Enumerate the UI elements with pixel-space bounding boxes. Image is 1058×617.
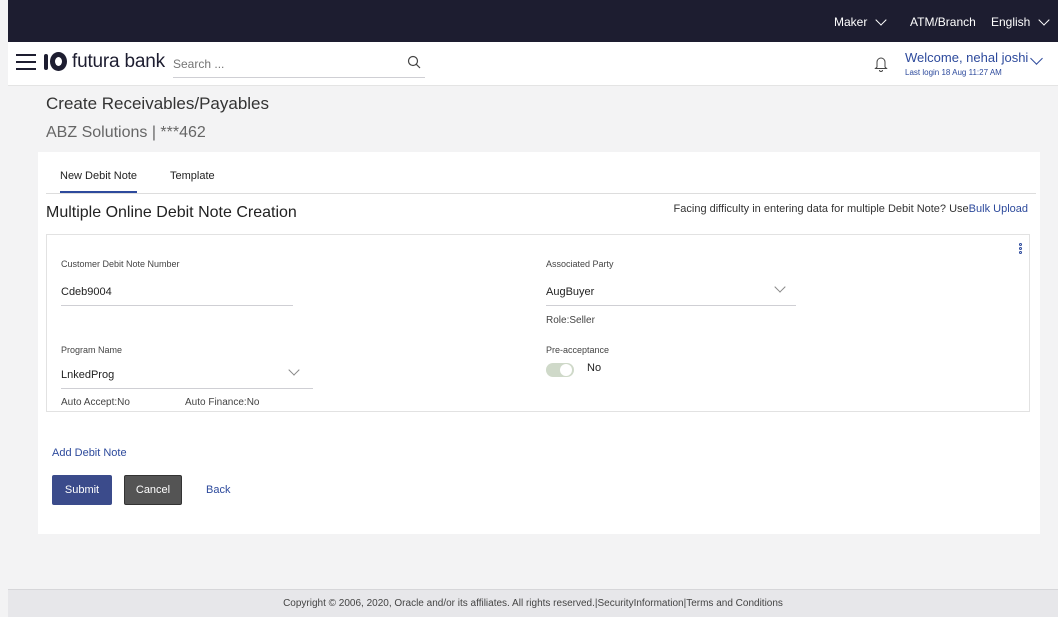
language-label: English bbox=[991, 15, 1031, 29]
company-account: ABZ Solutions | ***462 bbox=[46, 124, 206, 141]
page-title: Create Receivables/Payables bbox=[46, 94, 270, 113]
top-bar: Maker ATM/Branch English bbox=[8, 0, 1058, 42]
left-edge bbox=[0, 0, 8, 617]
input-underline bbox=[61, 305, 293, 306]
debit-note-form: Customer Debit Note Number Cdeb9004 Asso… bbox=[46, 234, 1030, 412]
section-title: Multiple Online Debit Note Creation bbox=[46, 204, 297, 221]
pre-acceptance-toggle[interactable] bbox=[546, 363, 574, 377]
last-login: Last login 18 Aug 11:27 AM bbox=[905, 68, 1002, 77]
welcome-user[interactable]: Welcome, nehal joshi bbox=[905, 50, 1028, 65]
chevron-down-icon bbox=[1038, 13, 1051, 26]
logo-icon bbox=[44, 51, 68, 73]
role-label: Maker bbox=[834, 15, 868, 29]
brand-name: futura bank bbox=[72, 51, 165, 72]
role-switcher[interactable]: Maker bbox=[834, 13, 888, 29]
select-underline bbox=[546, 305, 796, 306]
bell-icon[interactable] bbox=[874, 56, 888, 72]
chevron-down-icon bbox=[875, 13, 888, 26]
program-name-select[interactable]: LnkedProg bbox=[61, 369, 114, 381]
tab-bar: New Debit Note Template bbox=[46, 162, 1036, 194]
chevron-down-icon[interactable] bbox=[288, 364, 300, 376]
atm-branch-link[interactable]: ATM/Branch bbox=[910, 15, 976, 29]
back-link[interactable]: Back bbox=[206, 484, 230, 496]
role-text: Role:Seller bbox=[546, 315, 595, 326]
select-underline bbox=[61, 388, 313, 389]
app-header: futura bank Welcome, nehal joshi Last lo… bbox=[8, 42, 1058, 86]
program-name-label: Program Name bbox=[61, 345, 123, 355]
chevron-down-icon[interactable] bbox=[1030, 52, 1043, 65]
pre-acceptance-label: Pre-acceptance bbox=[546, 345, 610, 355]
pre-acceptance-value: No bbox=[587, 362, 602, 374]
search-box bbox=[173, 52, 425, 78]
main-card: New Debit Note Template Multiple Online … bbox=[38, 152, 1040, 534]
footer: Copyright © 2006, 2020, Oracle and/or it… bbox=[8, 589, 1058, 617]
tab-new-debit-note[interactable]: New Debit Note bbox=[60, 170, 138, 193]
bulk-upload-hint: Facing difficulty in entering data for m… bbox=[674, 203, 1028, 215]
bank-logo[interactable]: futura bank bbox=[44, 51, 165, 73]
search-icon[interactable] bbox=[407, 55, 421, 69]
language-switcher[interactable]: English bbox=[991, 13, 1051, 29]
auto-finance-text: Auto Finance:No bbox=[185, 397, 260, 408]
add-debit-note-link[interactable]: Add Debit Note bbox=[52, 447, 127, 459]
atm-branch-label: ATM/Branch bbox=[910, 15, 976, 29]
bulk-hint-text: Facing difficulty in entering data for m… bbox=[673, 203, 969, 215]
menu-icon[interactable] bbox=[16, 54, 36, 70]
chevron-down-icon[interactable] bbox=[774, 281, 786, 293]
more-options-icon[interactable] bbox=[1019, 243, 1023, 255]
associated-party-label: Associated Party bbox=[546, 259, 614, 269]
submit-button[interactable]: Submit bbox=[52, 475, 112, 505]
bulk-upload-link[interactable]: Bulk Upload bbox=[969, 203, 1028, 215]
cancel-button[interactable]: Cancel bbox=[124, 475, 182, 505]
customer-debit-note-input[interactable]: Cdeb9004 bbox=[61, 286, 112, 298]
search-input[interactable] bbox=[173, 52, 393, 76]
associated-party-select[interactable]: AugBuyer bbox=[546, 286, 594, 298]
tab-template[interactable]: Template bbox=[170, 170, 215, 191]
auto-accept-text: Auto Accept:No bbox=[61, 397, 130, 408]
customer-debit-note-label: Customer Debit Note Number bbox=[61, 259, 180, 269]
